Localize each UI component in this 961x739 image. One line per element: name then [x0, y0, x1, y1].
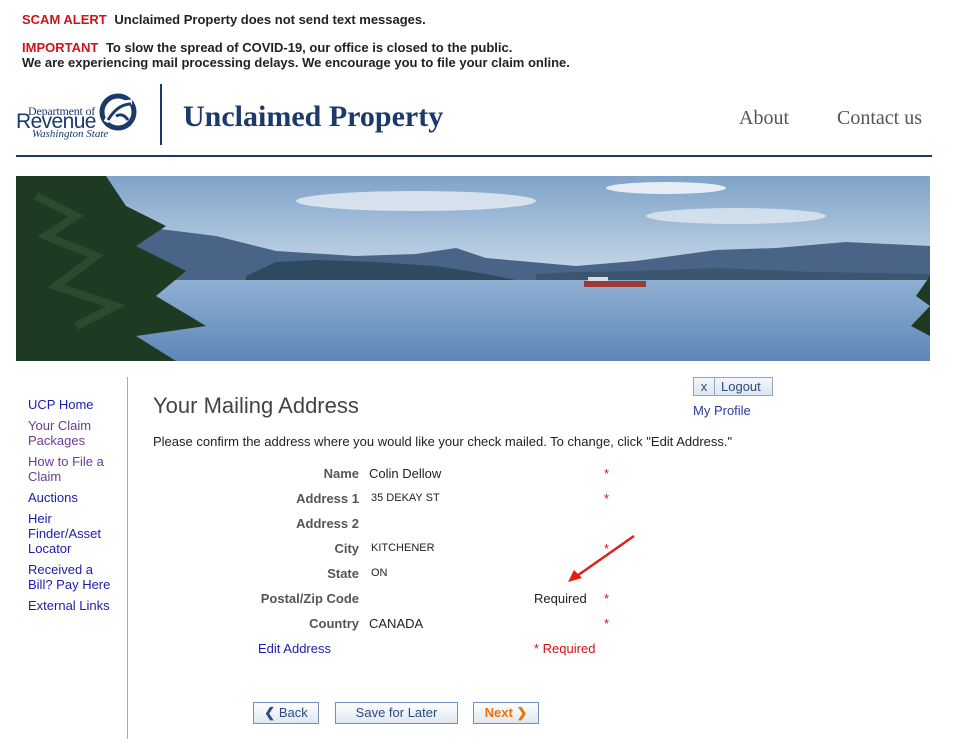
- edit-address-link[interactable]: Edit Address: [258, 641, 331, 656]
- state-value: ON: [371, 567, 388, 579]
- site-title[interactable]: Unclaimed Property: [183, 100, 443, 134]
- scam-alert-text: Unclaimed Property does not send text me…: [114, 12, 426, 27]
- scam-alert-label: SCAM ALERT: [22, 12, 107, 27]
- important-alert-label: IMPORTANT: [22, 40, 99, 55]
- my-profile-link[interactable]: My Profile: [693, 403, 751, 418]
- logout-button[interactable]: x Logout: [693, 377, 773, 396]
- chevron-right-icon: ❯: [516, 705, 528, 720]
- banner-landscape: [16, 176, 930, 361]
- scam-alert: SCAM ALERT Unclaimed Property does not s…: [22, 12, 426, 27]
- address1-value: 35 DEKAY ST: [371, 492, 440, 504]
- important-alert-text-2: We are experiencing mail processing dela…: [22, 55, 570, 70]
- important-alert-text: To slow the spread of COVID-19, our offi…: [105, 40, 513, 55]
- country-label: Country: [309, 616, 359, 631]
- state-label: State: [327, 566, 359, 581]
- postal-label: Postal/Zip Code: [260, 591, 359, 606]
- sidebar-item-ucp-home[interactable]: UCP Home: [28, 397, 120, 412]
- postal-required-star: *: [604, 591, 610, 606]
- back-button-label: Back: [278, 705, 308, 720]
- nav-about[interactable]: About: [739, 107, 789, 130]
- banner-image: [16, 176, 930, 361]
- country-required-star: *: [604, 616, 610, 631]
- nav-contact-us[interactable]: Contact us: [837, 107, 922, 130]
- header-rule: [16, 155, 932, 157]
- next-button-label: Next: [484, 705, 513, 720]
- address1-required-star: *: [604, 491, 610, 506]
- logout-label: Logout: [721, 379, 761, 394]
- close-icon: x: [694, 378, 715, 395]
- logo-state-text: Washington State: [32, 128, 109, 140]
- annotation-arrow-icon: [568, 534, 635, 582]
- address1-label: Address 1: [296, 491, 359, 506]
- header-divider: [160, 84, 162, 145]
- instructions-text: Please confirm the address where you wou…: [153, 434, 733, 449]
- city-label: City: [334, 541, 359, 556]
- chevron-left-icon: ❮: [264, 705, 276, 720]
- required-note: * Required: [534, 641, 596, 656]
- country-value: CANADA: [369, 616, 424, 631]
- dor-logo-icon: [99, 93, 137, 131]
- name-value: Colin Dellow: [369, 466, 442, 481]
- city-value: KITCHENER: [371, 542, 435, 554]
- sidebar-divider: [127, 377, 128, 739]
- important-alert: IMPORTANT To slow the spread of COVID-19…: [22, 40, 512, 55]
- sidebar-nav: UCP Home Your Claim Packages How to File…: [28, 397, 120, 619]
- name-label: Name: [323, 466, 359, 481]
- sidebar-item-claim-packages[interactable]: Your Claim Packages: [28, 418, 120, 448]
- name-required-star: *: [604, 466, 610, 481]
- dor-logo[interactable]: Department of Revenue Washington State: [16, 92, 138, 144]
- page-title: Your Mailing Address: [153, 393, 359, 418]
- save-for-later-button[interactable]: Save for Later: [335, 702, 458, 724]
- postal-required-text: Required: [534, 591, 587, 606]
- address2-label: Address 2: [296, 516, 359, 531]
- back-button[interactable]: ❮ Back: [253, 702, 319, 724]
- next-button[interactable]: Next ❯: [473, 702, 539, 724]
